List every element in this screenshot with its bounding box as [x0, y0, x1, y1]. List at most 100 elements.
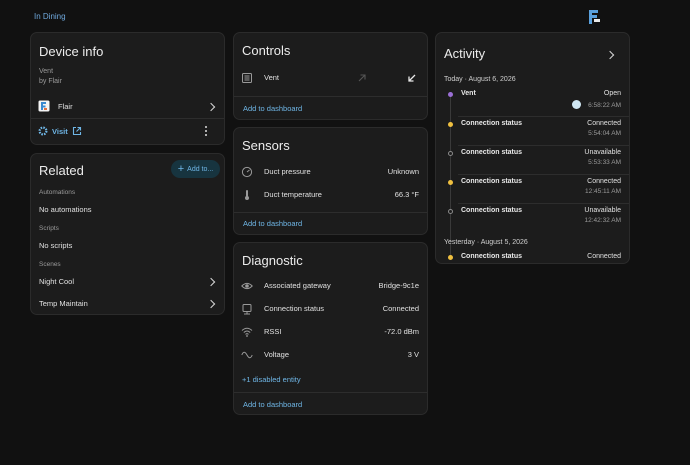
- activity-event[interactable]: Connection status Connected 12:45:11 AM: [436, 177, 629, 201]
- timeline-dot: [448, 180, 453, 185]
- integration-label: Flair: [58, 102, 73, 111]
- scenes-header: Scenes: [39, 261, 61, 268]
- sensors-card: Sensors Duct pressure Unknown Duct tempe…: [233, 127, 428, 235]
- scripts-header: Scripts: [39, 225, 59, 232]
- timeline-dot: [448, 92, 453, 97]
- arrow-top-right-icon[interactable]: [357, 73, 367, 83]
- diagnostic-value: Connected: [382, 304, 419, 313]
- activity-event-state: Open: [603, 90, 621, 97]
- diagnostic-label: Voltage: [264, 350, 290, 359]
- controls-title: Controls: [242, 43, 291, 58]
- more-options-icon[interactable]: [205, 126, 208, 137]
- activity-event-name: Connection status: [461, 253, 523, 260]
- sensors-add-to-dashboard[interactable]: Add to dashboard: [243, 219, 302, 228]
- diagnostic-row[interactable]: RSSI -72.0 dBm: [234, 324, 427, 340]
- activity-title: Activity: [444, 46, 486, 61]
- sensor-label: Duct temperature: [264, 190, 322, 199]
- wifi-icon: [241, 327, 253, 337]
- add-to-label: Add to...: [187, 165, 214, 173]
- automations-value: No automations: [39, 205, 92, 214]
- activity-event-time: 6:58:22 AM: [588, 102, 621, 109]
- gear-icon: [38, 126, 48, 136]
- diagnostic-label: RSSI: [264, 327, 282, 336]
- diagnostic-value: Bridge-9c1e: [378, 281, 419, 290]
- activity-today-header: Today · August 6, 2026: [444, 76, 516, 83]
- gauge-icon: [241, 166, 253, 178]
- sensor-row[interactable]: Duct pressure Unknown: [234, 164, 427, 180]
- activity-event-state: Connected: [587, 120, 621, 127]
- activity-event-time: 12:42:32 AM: [584, 217, 622, 224]
- activity-event-time: 5:53:33 AM: [588, 159, 621, 166]
- controls-add-to-dashboard[interactable]: Add to dashboard: [243, 104, 302, 113]
- sensor-label: Duct pressure: [264, 167, 311, 176]
- vent-control-label: Vent: [264, 73, 280, 82]
- breadcrumb[interactable]: In Dining: [34, 12, 66, 21]
- activity-event-name: Connection status: [461, 120, 523, 127]
- diagnostic-value: 3 V: [407, 350, 419, 359]
- chevron-right-icon: [206, 299, 216, 309]
- scene-item-temp-maintain[interactable]: Temp Maintain: [31, 296, 224, 312]
- sensors-title: Sensors: [242, 138, 290, 153]
- activity-event-name: Connection status: [461, 207, 523, 214]
- device-info-title: Device info: [39, 44, 104, 59]
- timeline-dot: [448, 255, 453, 260]
- flair-logo-icon: [589, 10, 600, 24]
- chevron-right-icon[interactable]: [605, 50, 615, 60]
- activity-event-name: Vent: [461, 90, 476, 97]
- activity-event-time: 5:54:04 AM: [588, 130, 621, 137]
- diagnostic-value: -72.0 dBm: [384, 327, 419, 336]
- activity-event-time: 12:45:11 AM: [584, 188, 621, 195]
- activity-event[interactable]: Vent Open 6:58:22 AM: [436, 89, 629, 113]
- device-model: Vent: [39, 68, 54, 75]
- controls-card: Controls Vent Add to dashboard: [233, 32, 428, 120]
- sensor-row[interactable]: Duct temperature 66.3 °F: [234, 187, 427, 203]
- diagnostic-label: Associated gateway: [264, 281, 331, 290]
- activity-event[interactable]: Connection status Connected: [436, 252, 629, 263]
- chevron-right-icon: [206, 277, 216, 287]
- timeline-dot: [448, 151, 453, 156]
- plus-icon: +: [177, 163, 185, 175]
- sensor-value: Unknown: [387, 167, 419, 176]
- activity-event-name: Connection status: [461, 149, 523, 156]
- timeline-dot: [448, 209, 453, 214]
- activity-event-state: Connected: [587, 253, 621, 260]
- scripts-value: No scripts: [39, 241, 73, 250]
- automations-header: Automations: [39, 189, 76, 196]
- diagnostic-card: Diagnostic Associated gateway Bridge-9c1…: [233, 242, 428, 415]
- diagnostic-add-to-dashboard[interactable]: Add to dashboard: [243, 400, 302, 409]
- scene-label: Night Cool: [39, 277, 75, 286]
- scene-item-night-cool[interactable]: Night Cool: [31, 273, 224, 289]
- visit-link[interactable]: Visit: [38, 125, 82, 137]
- visit-label: Visit: [52, 126, 68, 136]
- arrow-bottom-left-icon[interactable]: [407, 73, 417, 83]
- activity-event-state: Unavailable: [584, 149, 621, 156]
- activity-event[interactable]: Connection status Unavailable 12:42:32 A…: [436, 206, 629, 230]
- disabled-entities-link[interactable]: +1 disabled entity: [242, 375, 301, 384]
- integration-row[interactable]: Flair: [31, 96, 224, 116]
- user-avatar-icon: [572, 100, 581, 109]
- related-title: Related: [39, 163, 84, 178]
- device-manufacturer: by Flair: [39, 78, 62, 85]
- chevron-right-icon: [206, 102, 216, 112]
- sensor-value: 66.3 °F: [394, 190, 419, 199]
- vent-control-row[interactable]: Vent: [234, 69, 427, 87]
- activity-event-state: Connected: [587, 178, 621, 185]
- diagnostic-row[interactable]: Voltage 3 V: [234, 347, 427, 363]
- activity-event-state: Unavailable: [584, 207, 621, 214]
- flair-integration-icon: [38, 100, 50, 112]
- activity-event[interactable]: Connection status Unavailable 5:53:33 AM: [436, 148, 629, 172]
- activity-event-name: Connection status: [461, 178, 523, 185]
- activity-card: Activity Today · August 6, 2026 Vent Ope…: [435, 32, 630, 264]
- activity-event[interactable]: Connection status Connected 5:54:04 AM: [436, 119, 629, 143]
- scene-label: Temp Maintain: [39, 299, 88, 308]
- open-external-icon: [72, 126, 81, 136]
- diagnostic-row[interactable]: Associated gateway Bridge-9c1e: [234, 278, 427, 294]
- add-to-button[interactable]: + Add to...: [171, 160, 220, 178]
- diagnostic-row[interactable]: Connection status Connected: [234, 301, 427, 317]
- plug-icon: [242, 304, 252, 315]
- eye-icon: [241, 282, 253, 290]
- device-info-card: Device info Vent by Flair Flair Visit: [30, 32, 225, 145]
- related-card: Related + Add to... Automations No autom…: [30, 153, 225, 315]
- vent-icon: [242, 73, 252, 83]
- sine-wave-icon: [241, 351, 253, 359]
